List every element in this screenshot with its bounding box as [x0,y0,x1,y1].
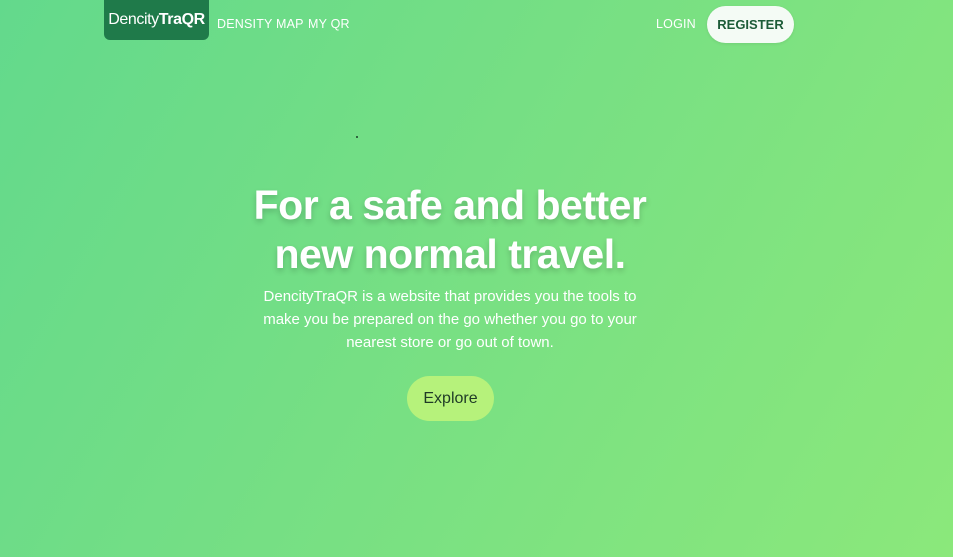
top-navbar: Dencity TraQR DENSITY MAP MY QR LOGIN REG… [0,0,953,48]
register-button[interactable]: REGISTER [707,6,794,43]
nav-link-my-qr[interactable]: MY QR [308,17,350,31]
hero-description: DencityTraQR is a website that provides … [263,288,637,351]
hero-title: For a safe and better new normal travel. [200,181,700,279]
decorative-dot [356,136,358,138]
brand-logo[interactable]: Dencity TraQR [104,0,209,40]
brand-name-light: Dencity [108,11,159,28]
explore-button[interactable]: Explore [407,376,494,421]
brand-name-bold: TraQR [158,11,205,28]
hero-title-line-1: For a safe and better [253,182,647,228]
hero-title-line-2: new normal travel. [274,231,626,277]
nav-link-density-map[interactable]: DENSITY MAP [217,17,304,31]
login-link[interactable]: LOGIN [656,17,696,31]
